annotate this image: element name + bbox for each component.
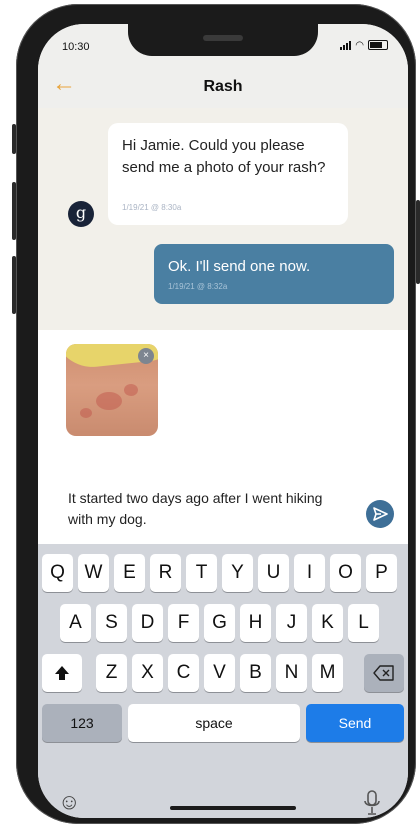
home-indicator[interactable]	[170, 806, 296, 810]
attachment-rash-spot	[124, 384, 138, 396]
phone-frame: 10:30 ◠ ← Rash g Hi Jamie. Could you ple…	[12, 4, 420, 824]
wifi-icon: ◠	[355, 39, 364, 51]
status-time: 10:30	[62, 41, 90, 53]
keyboard-send-key[interactable]: Send	[306, 704, 404, 742]
key-g[interactable]: G	[204, 604, 235, 642]
chat-header: ← Rash	[38, 64, 408, 108]
speaker	[203, 35, 243, 41]
key-w[interactable]: W	[78, 554, 109, 592]
status-icons: ◠	[340, 40, 388, 50]
outgoing-message-timestamp: 1/19/21 @ 8:32a	[168, 282, 228, 291]
key-i[interactable]: I	[294, 554, 325, 592]
key-k[interactable]: K	[312, 604, 343, 642]
notch	[128, 24, 318, 56]
remove-attachment-icon[interactable]: ×	[138, 348, 154, 364]
key-n[interactable]: N	[276, 654, 307, 692]
outgoing-message: Ok. I'll send one now. 1/19/21 @ 8:32a	[154, 244, 394, 304]
key-l[interactable]: L	[348, 604, 379, 642]
key-r[interactable]: R	[150, 554, 181, 592]
key-u[interactable]: U	[258, 554, 289, 592]
incoming-message: Hi Jamie. Could you please send me a pho…	[108, 123, 348, 225]
key-t[interactable]: T	[186, 554, 217, 592]
key-b[interactable]: B	[240, 654, 271, 692]
send-icon	[373, 507, 388, 521]
key-y[interactable]: Y	[222, 554, 253, 592]
page-title: Rash	[203, 78, 243, 95]
power-button	[416, 200, 420, 284]
status-bar: 10:30 ◠	[38, 24, 408, 64]
key-h[interactable]: H	[240, 604, 271, 642]
emoji-icon[interactable]: ☺	[58, 789, 80, 815]
key-j[interactable]: J	[276, 604, 307, 642]
key-o[interactable]: O	[330, 554, 361, 592]
keyboard: Q W E R T Y U I O P A S D F G H J K L Z	[38, 544, 408, 818]
key-q[interactable]: Q	[42, 554, 73, 592]
avatar: g	[68, 201, 94, 227]
battery-icon	[368, 40, 388, 50]
signal-icon	[340, 40, 352, 50]
shift-icon	[55, 666, 69, 680]
key-s[interactable]: S	[96, 604, 127, 642]
key-z[interactable]: Z	[96, 654, 127, 692]
attachment-rash-spot	[96, 392, 122, 410]
key-c[interactable]: C	[168, 654, 199, 692]
backspace-icon	[373, 665, 394, 681]
outgoing-message-text: Ok. I'll send one now.	[168, 258, 311, 275]
key-m[interactable]: M	[312, 654, 343, 692]
message-thread[interactable]: g Hi Jamie. Could you please send me a p…	[38, 108, 408, 330]
key-v[interactable]: V	[204, 654, 235, 692]
mute-switch	[12, 124, 16, 154]
volume-up-button	[12, 182, 16, 240]
space-key[interactable]: space	[128, 704, 300, 742]
key-d[interactable]: D	[132, 604, 163, 642]
attachment-rash-spot	[80, 408, 92, 418]
volume-down-button	[12, 256, 16, 314]
microphone-icon[interactable]	[362, 790, 382, 816]
key-a[interactable]: A	[60, 604, 91, 642]
key-e[interactable]: E	[114, 554, 145, 592]
send-button[interactable]	[366, 500, 394, 528]
numbers-key[interactable]: 123	[42, 704, 122, 742]
shift-key[interactable]	[42, 654, 82, 692]
message-input[interactable]: It started two days ago after I went hik…	[68, 488, 338, 530]
incoming-message-timestamp: 1/19/21 @ 8:30a	[122, 203, 182, 212]
key-f[interactable]: F	[168, 604, 199, 642]
backspace-key[interactable]	[364, 654, 404, 692]
key-x[interactable]: X	[132, 654, 163, 692]
screen: 10:30 ◠ ← Rash g Hi Jamie. Could you ple…	[38, 24, 408, 818]
incoming-message-text: Hi Jamie. Could you please send me a pho…	[122, 137, 326, 176]
key-p[interactable]: P	[366, 554, 397, 592]
